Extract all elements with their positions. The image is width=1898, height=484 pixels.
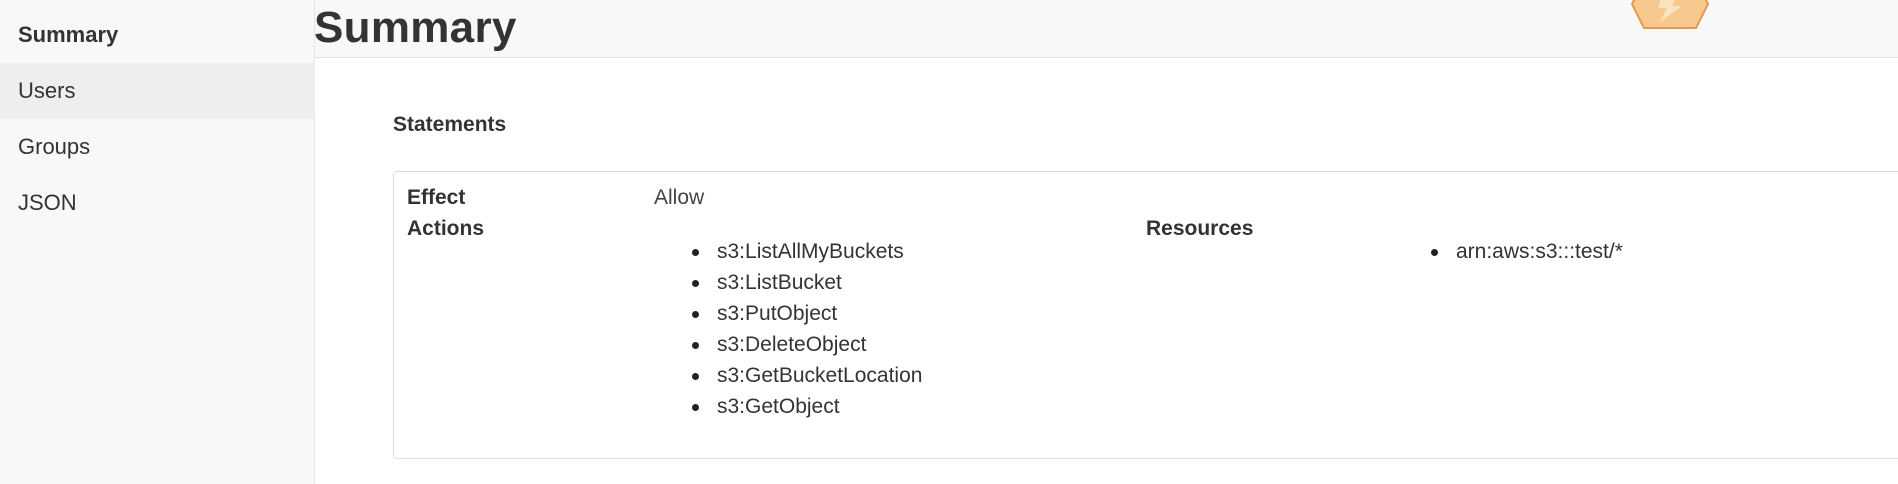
list-item: s3:DeleteObject — [692, 329, 922, 360]
list-item: s3:ListBucket — [692, 267, 922, 298]
statement-card: Effect Allow Actions s3:ListAllMyBuckets… — [393, 171, 1898, 459]
sidebar-item-label: JSON — [18, 190, 77, 215]
sidebar-item-label: Users — [18, 78, 76, 103]
actions-list: s3:ListAllMyBuckets s3:ListBucket s3:Put… — [692, 236, 922, 422]
logo-icon — [1630, 0, 1710, 32]
sidebar-item-users[interactable]: Users — [0, 63, 315, 119]
content-panel: Statements Effect Allow Actions s3:ListA… — [315, 57, 1898, 484]
list-item: s3:GetBucketLocation — [692, 360, 922, 391]
sidebar: Summary Users Groups JSON — [0, 0, 315, 484]
statements-heading: Statements — [393, 113, 507, 136]
effect-value: Allow — [654, 186, 705, 209]
effect-label: Effect — [407, 186, 466, 209]
list-item: arn:aws:s3:::test/* — [1431, 236, 1623, 267]
page-title: Summary — [314, 3, 517, 52]
resources-label: Resources — [1146, 217, 1254, 240]
sidebar-item-summary[interactable]: Summary — [0, 7, 315, 63]
sidebar-item-json[interactable]: JSON — [0, 175, 315, 231]
list-item: s3:PutObject — [692, 298, 922, 329]
sidebar-item-groups[interactable]: Groups — [0, 119, 315, 175]
resources-list: arn:aws:s3:::test/* — [1431, 236, 1623, 267]
actions-label: Actions — [407, 217, 485, 240]
sidebar-item-label: Groups — [18, 134, 91, 159]
list-item: s3:GetObject — [692, 391, 922, 422]
list-item: s3:ListAllMyBuckets — [692, 236, 922, 267]
sidebar-item-label: Summary — [18, 22, 119, 47]
